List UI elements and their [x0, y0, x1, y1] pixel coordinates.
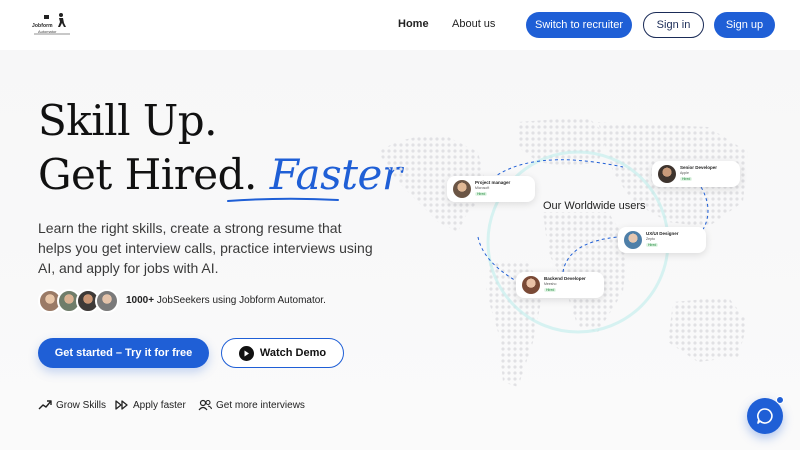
user-card: UX/UI Designer Zepto Hired [618, 227, 706, 253]
card-company: Apple [680, 171, 689, 175]
switch-to-recruiter-button[interactable]: Switch to recruiter [526, 12, 632, 38]
get-started-button[interactable]: Get started – Try it for free [38, 338, 209, 368]
card-title: Project manager [475, 180, 511, 185]
logo[interactable]: Jobform Automator [32, 12, 72, 38]
avatar [95, 289, 119, 313]
feature-item: Get more interviews [198, 399, 305, 411]
map-label: Our Worldwide users [543, 200, 646, 212]
watch-demo-label: Watch Demo [259, 347, 327, 359]
feature-item: Apply faster [115, 399, 186, 411]
play-icon [238, 345, 254, 361]
card-company: Microsoft [475, 186, 490, 190]
hired-badge: Hired [680, 177, 693, 181]
feature-label: Grow Skills [56, 399, 107, 411]
highlight-underline [227, 197, 339, 202]
site-header: Jobform Automator Home About us Switch t… [0, 0, 800, 50]
hired-badge: Hired [475, 192, 488, 196]
logo-sub: Automator [38, 29, 57, 34]
hero-subtext: Learn the right skills, create a strong … [38, 220, 373, 276]
avatar [522, 276, 540, 294]
feature-item: Grow Skills [38, 399, 106, 411]
card-title: Backend Developer [544, 276, 586, 281]
headline-prefix: Get Hired. [38, 150, 257, 199]
world-map [378, 117, 748, 387]
card-company: Zepto [646, 237, 655, 241]
fast-forward-icon [115, 400, 128, 410]
jobseekers-count: 1000+ JobSeekers using Jobform Automator… [126, 295, 326, 306]
headline-line-2: Get Hired. Faster [38, 150, 402, 199]
watch-demo-button[interactable]: Watch Demo [221, 338, 344, 368]
feature-label: Apply faster [133, 399, 186, 411]
notification-dot [776, 396, 784, 404]
user-card: Backend Developer Meesho Hired [516, 272, 604, 298]
card-title: Senior Developer [680, 165, 718, 170]
avatar [453, 180, 471, 198]
chat-bubble-icon [757, 408, 773, 424]
user-card: Senior Developer Apple Hired [652, 161, 740, 187]
user-card: Project manager Microsoft Hired [447, 176, 535, 202]
jobseekers-text: JobSeekers using Jobform Automator. [156, 295, 326, 306]
users-icon [198, 399, 212, 411]
nav-home[interactable]: Home [398, 18, 429, 30]
nav-about-us[interactable]: About us [452, 18, 495, 30]
headline-line-1: Skill Up. [38, 96, 218, 145]
trending-up-icon [38, 400, 52, 410]
card-title: UX/UI Designer [646, 231, 679, 236]
sign-up-button[interactable]: Sign up [714, 12, 775, 38]
jobseekers-number: 1000+ [126, 295, 155, 306]
avatar [658, 165, 676, 183]
card-company: Meesho [544, 282, 557, 286]
avatar [624, 231, 642, 249]
avatar-group [38, 289, 119, 313]
hired-badge: Hired [544, 288, 557, 292]
feature-label: Get more interviews [216, 399, 305, 411]
sign-in-button[interactable]: Sign in [643, 12, 704, 38]
hired-badge: Hired [646, 243, 659, 247]
